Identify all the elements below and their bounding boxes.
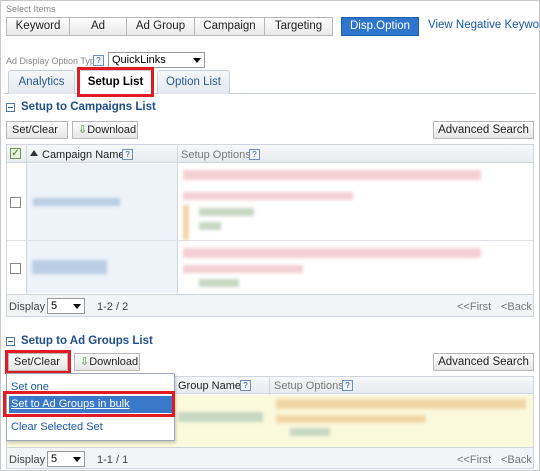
select-all-checkbox[interactable]: ✓ [10, 148, 21, 159]
redacted-setup-option [199, 208, 254, 216]
redacted-setup-option [183, 205, 189, 240]
redacted-setup-option [276, 415, 426, 423]
select-items-label: Select Items [6, 4, 56, 14]
redacted-setup-option [183, 170, 481, 180]
highlight-setup-tab [77, 67, 154, 97]
highlight-set-clear [5, 350, 71, 374]
ad-display-select-value: QuickLinks [112, 54, 166, 66]
segment-ad-group[interactable]: Ad Group [126, 17, 195, 36]
menu-item-clear-selected[interactable]: Clear Selected Set [11, 421, 103, 433]
collapse-icon[interactable] [6, 103, 15, 112]
advanced-search-button[interactable]: Advanced Search [433, 121, 534, 139]
view-negative-keywords-link[interactable]: View Negative Keywor [428, 19, 540, 31]
row-divider [7, 240, 533, 241]
display-label: Display [9, 454, 46, 466]
ad-display-label: Ad Display Option Types [6, 56, 105, 66]
redacted-setup-option [199, 222, 221, 230]
col-divider [177, 145, 178, 294]
highlight-set-bulk [3, 391, 175, 417]
row-checkbox[interactable] [10, 197, 21, 208]
redacted-setup-option [199, 279, 239, 287]
setup-options-header: Setup Options [181, 149, 251, 161]
back-page-link[interactable]: <Back [501, 301, 532, 313]
setup-options-header: Setup Options [274, 380, 344, 392]
segment-targeting[interactable]: Targeting [264, 17, 333, 36]
advanced-search-button[interactable]: Advanced Search [433, 353, 534, 371]
segment-disp-option[interactable]: Disp.Option [341, 17, 419, 36]
display-count-value: 5 [51, 453, 58, 465]
set-clear-button[interactable]: Set/Clear [6, 121, 68, 149]
display-label: Display [9, 301, 46, 313]
redacted-setup-option [183, 248, 481, 258]
first-page-link[interactable]: <<First [457, 454, 491, 466]
redacted-campaign-name [32, 260, 107, 274]
help-icon[interactable]: ? [342, 380, 353, 391]
display-count-select[interactable]: 5 [47, 451, 85, 467]
tab-analytics[interactable]: Analytics [8, 70, 75, 94]
help-icon[interactable]: ? [93, 55, 104, 66]
first-page-link[interactable]: <<First [457, 301, 491, 313]
help-icon[interactable]: ? [249, 149, 260, 160]
help-icon[interactable]: ? [240, 380, 251, 391]
set-clear-label: Set/Clear [12, 124, 58, 136]
campaign-name-header[interactable]: Campaign Name [42, 149, 125, 161]
segment-keyword[interactable]: Keyword [6, 17, 70, 36]
ad-display-select[interactable]: QuickLinks [108, 52, 205, 68]
adgroups-section-title: Setup to Ad Groups List [21, 335, 153, 347]
collapse-icon[interactable] [6, 337, 15, 346]
download-button[interactable]: ⇩Download [74, 353, 140, 371]
display-count-select[interactable]: 5 [47, 298, 85, 314]
campaigns-section-title: Setup to Campaigns List [21, 101, 156, 113]
row-checkbox[interactable] [10, 263, 21, 274]
display-count-value: 5 [51, 300, 58, 312]
download-button[interactable]: ⇩Download [72, 121, 138, 139]
redacted-setup-option [183, 192, 353, 200]
pagination-range: 1-1 / 1 [97, 454, 129, 466]
chevron-down-icon [193, 58, 201, 63]
redacted-campaign-name [33, 198, 120, 206]
back-page-link[interactable]: <Back [501, 454, 532, 466]
help-icon[interactable]: ? [122, 149, 133, 160]
redacted-group-name [178, 412, 263, 422]
redacted-setup-option [276, 399, 526, 409]
segment-ad[interactable]: Ad [69, 17, 127, 36]
redacted-setup-option [183, 265, 303, 273]
group-name-header[interactable]: Group Name [178, 380, 241, 392]
chevron-down-icon [73, 457, 81, 462]
chevron-down-icon [73, 304, 81, 309]
sort-asc-icon[interactable] [30, 150, 38, 156]
pagination-range: 1-2 / 2 [97, 301, 129, 313]
download-label: Download [87, 124, 137, 136]
adgroups-table-footer [6, 448, 534, 469]
redacted-setup-option [290, 428, 330, 436]
download-icon: ⇩ [78, 124, 88, 136]
segment-campaign[interactable]: Campaign [194, 17, 265, 36]
download-label: Download [89, 356, 139, 368]
campaigns-table-footer [6, 295, 534, 317]
download-icon: ⇩ [80, 356, 90, 368]
tab-option-list[interactable]: Option List [157, 70, 230, 94]
